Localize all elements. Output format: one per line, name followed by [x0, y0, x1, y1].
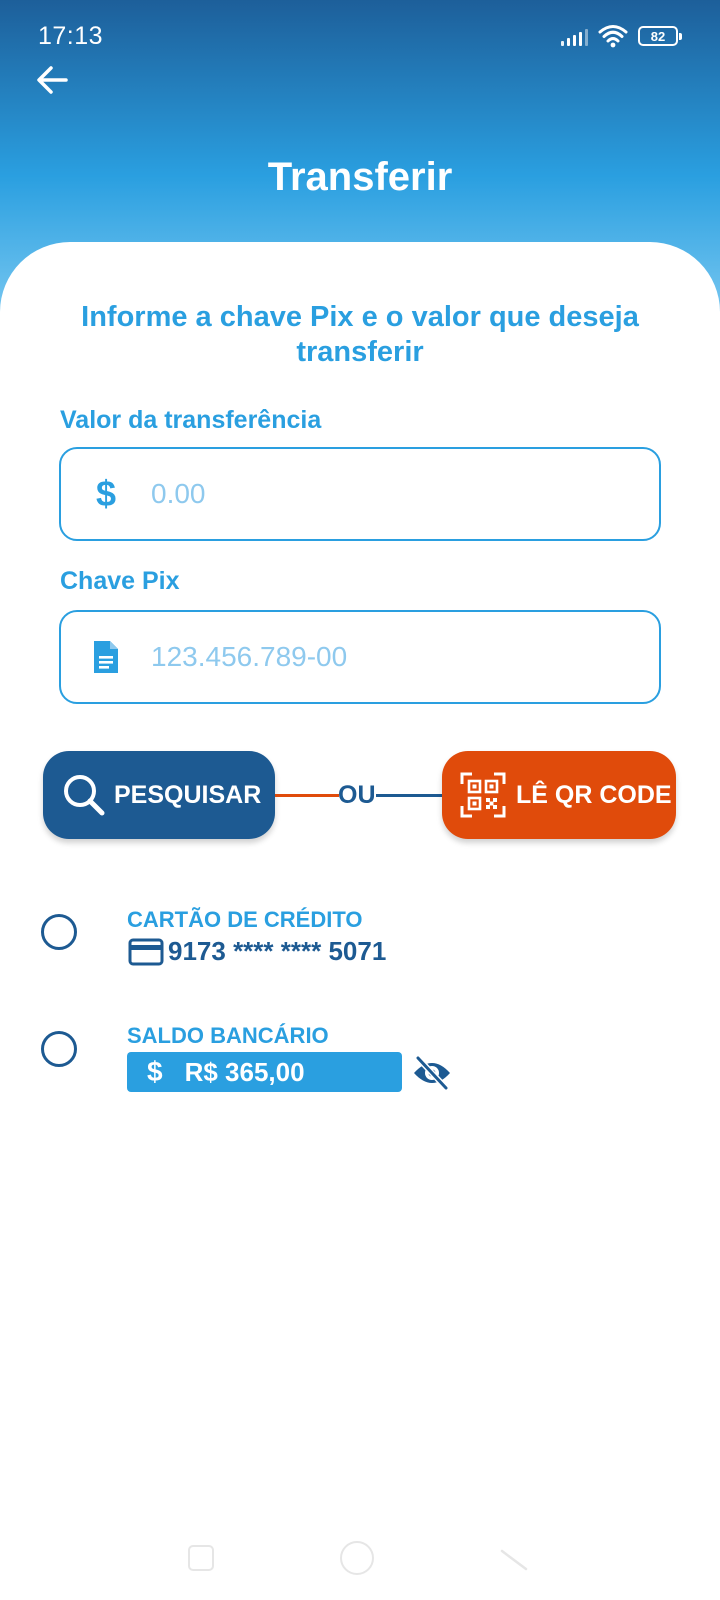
bank-balance-radio[interactable] [41, 1031, 77, 1067]
wifi-icon [598, 25, 628, 48]
balance-dollar-icon: $ [147, 1056, 163, 1087]
search-button[interactable]: PESQUISAR [43, 751, 275, 839]
status-icons: 82 [561, 24, 682, 48]
status-time: 17:13 [38, 22, 104, 50]
credit-card-title: CARTÃO DE CRÉDITO [127, 907, 363, 932]
bank-balance-value: $ R$ 365,00 [127, 1052, 402, 1092]
eye-off-icon[interactable] [412, 1055, 452, 1091]
or-label: OU [338, 781, 376, 809]
or-divider-right [376, 794, 442, 797]
pix-key-label: Chave Pix [60, 567, 180, 595]
back-button[interactable] [34, 62, 70, 98]
page-title: Transferir [267, 155, 453, 199]
recent-apps-icon[interactable] [188, 1545, 214, 1571]
back-nav-icon[interactable] [500, 1549, 528, 1571]
status-bar: 17:13 82 [0, 0, 720, 64]
qr-code-button[interactable]: LÊ QR CODE [442, 751, 676, 839]
or-divider-left [275, 794, 339, 797]
amount-label: Valor da transferência [60, 406, 322, 434]
credit-card-icon [128, 938, 164, 965]
system-nav-bar [0, 1541, 720, 1600]
qr-code-icon [460, 772, 506, 818]
amount-input[interactable] [93, 478, 659, 510]
battery-level: 82 [650, 28, 666, 44]
search-icon [64, 775, 105, 816]
signal-icon [561, 26, 588, 46]
qr-button-label: LÊ QR CODE [516, 780, 672, 809]
battery-icon: 82 [638, 26, 682, 46]
bank-balance-title: SALDO BANCÁRIO [127, 1023, 329, 1048]
search-button-label: PESQUISAR [114, 780, 262, 809]
home-icon[interactable] [340, 1541, 374, 1575]
arrow-left-icon [37, 66, 68, 94]
credit-card-detail: 9173 **** **** 5071 [128, 936, 386, 967]
pix-key-field[interactable] [59, 610, 661, 704]
credit-card-radio[interactable] [41, 914, 77, 950]
form-subtitle: Informe a chave Pix e o valor que deseja… [81, 301, 639, 368]
credit-card-number: 9173 **** **** 5071 [168, 936, 387, 966]
pix-key-input[interactable] [93, 641, 659, 673]
amount-field[interactable]: $ [59, 447, 661, 541]
bank-balance-amount: R$ 365,00 [184, 1056, 305, 1087]
